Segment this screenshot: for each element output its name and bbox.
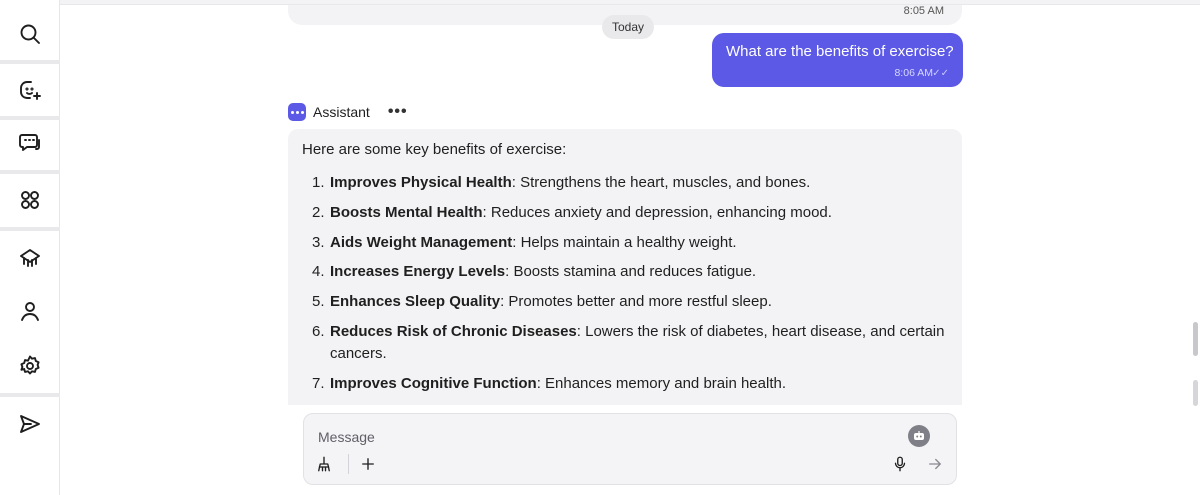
send-icon [20,415,40,433]
clear-context-button[interactable] [312,452,336,476]
broom-icon [318,456,330,472]
send-button[interactable] [923,452,947,476]
list-item: 7. Improves Cognitive Function: Enhances … [302,373,948,395]
chats-button[interactable] [0,114,60,170]
new-assistant-button[interactable] [0,62,60,118]
user-icon [21,302,39,321]
message-time: 8:05 AM [903,5,944,17]
message-composer [303,413,957,485]
read-receipt-icon: ✓✓ [932,68,949,79]
microphone-icon [894,456,906,472]
benefit-title: Improves Physical Health [330,174,512,191]
list-item: 2. Boosts Mental Health: Reduces anxiety … [302,202,948,224]
assistant-picker-button[interactable] [908,425,930,447]
benefit-title: Improves Cognitive Function [330,374,537,392]
assistant-name: Assistant [313,104,370,120]
benefit-text: : Enhances memory and brain health. [536,374,786,392]
chat-area[interactable]: 8:05 AM Today What are the benefits of e… [60,5,1200,405]
day-separator: Today [602,15,655,39]
assistant-avatar-icon [288,103,306,121]
more-options-button[interactable]: ••• [388,104,408,120]
apps-button[interactable] [0,172,60,228]
benefit-title: Reduces Risk of Chronic Diseases [330,322,577,340]
chats-icon [19,134,40,151]
assistant-intro-text: Here are some key benefits of exercise: [302,141,567,158]
profile-button[interactable] [0,283,60,339]
plus-icon [362,458,374,470]
list-item: 6. Reduces Risk of Chronic Diseases: Lowe… [302,321,948,365]
message-time: 8:06 AM [894,67,933,79]
scrollbar-thumb[interactable] [1193,322,1198,356]
benefit-title: Aids Weight Management [330,233,513,251]
sidebar [0,0,60,495]
message-input[interactable] [318,426,898,448]
list-number: 6. [312,322,325,340]
assistant-header: Assistant ••• [288,101,408,123]
list-number: 7. [312,374,325,392]
robot-icon [914,431,924,440]
user-message-bubble: What are the benefits of exercise? 8:06 … [712,33,963,87]
benefit-title: Increases Energy Levels [330,263,506,281]
send-feedback-button[interactable] [0,396,60,452]
apps-icon [21,191,39,209]
benefits-list: 1. Improves Physical Health: Strengthens … [302,172,948,395]
benefit-text: : Reduces anxiety and depression, enhanc… [482,203,832,221]
settings-button[interactable] [0,338,60,394]
benefit-text: : Helps maintain a healthy weight. [512,233,737,251]
list-number: 1. [312,174,325,191]
add-attachment-button[interactable] [356,452,380,476]
benefit-title: Enhances Sleep Quality [330,293,501,311]
list-number: 5. [312,293,325,311]
list-number: 4. [312,263,325,281]
search-icon [20,24,40,44]
list-item: 5. Enhances Sleep Quality: Promotes bette… [302,291,948,313]
list-number: 2. [312,203,325,221]
models-button[interactable] [0,230,60,286]
arrow-right-icon [929,458,941,470]
benefit-title: Boosts Mental Health [330,203,483,221]
list-number: 3. [312,233,325,251]
list-item: 1. Improves Physical Health: Strengthens … [302,172,948,194]
benefit-text: : Promotes better and more restful sleep… [500,293,772,311]
composer-divider [348,454,349,474]
list-item: 3. Aids Weight Management: Helps maintain… [302,232,948,254]
voice-input-button[interactable] [888,452,912,476]
list-item: 4. Increases Energy Levels: Boosts stamin… [302,261,948,283]
models-icon [20,249,40,267]
scrollbar-track-segment[interactable] [1193,380,1198,406]
new-assistant-icon [20,81,41,100]
user-message-text: What are the benefits of exercise? [726,43,954,60]
settings-icon [20,355,40,375]
benefit-text: : Strengthens the heart, muscles, and bo… [511,174,811,191]
assistant-message-bubble: Here are some key benefits of exercise: … [288,129,962,405]
benefit-text: : Boosts stamina and reduces fatigue. [505,263,757,281]
search-button[interactable] [0,6,60,62]
